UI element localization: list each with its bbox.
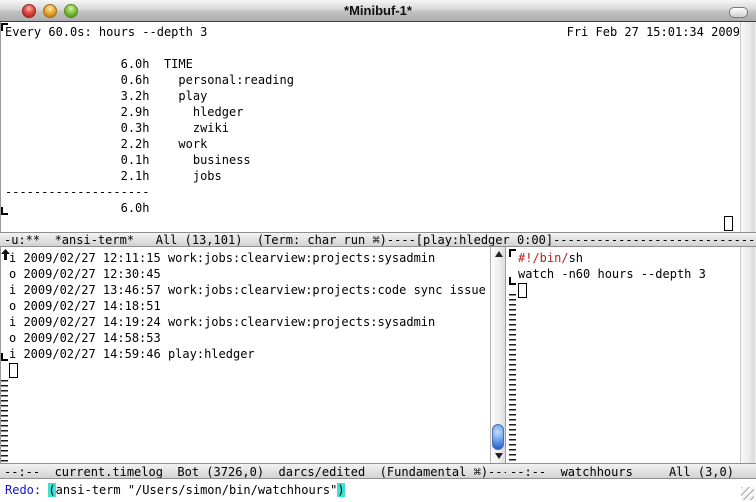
emacs-frame: *Minibuf-1* Every 60.0s: hours --depth 3…: [0, 0, 756, 502]
timelog-scrollbar[interactable]: [490, 247, 506, 463]
timelog-entry: o 2009/02/27 14:58:53: [9, 330, 486, 346]
terminal-scrollbar-track[interactable]: [740, 22, 756, 232]
title-bar[interactable]: *Minibuf-1*: [0, 0, 756, 22]
script-scrollbar-track[interactable]: [740, 247, 756, 463]
scrollbar-up-arrow-icon[interactable]: [495, 251, 503, 257]
buffer-end-corner-icon: [1, 353, 8, 361]
script-text: #!/bin/sh watch -n60 hours --depth 3: [518, 250, 706, 282]
toolbar-toggle-button[interactable]: [729, 7, 748, 18]
script-command-line: watch -n60 hours --depth 3: [518, 266, 706, 282]
close-paren-highlight: ): [337, 483, 344, 497]
timelog-entry: i 2009/02/27 12:11:15 work:jobs:clearvie…: [9, 250, 486, 266]
script-cursor: [518, 283, 527, 298]
report-line: 2.1h jobs: [5, 168, 294, 184]
timelog-entry: i 2009/02/27 13:46:57 work:jobs:clearvie…: [9, 282, 486, 298]
window-title: *Minibuf-1*: [0, 3, 756, 19]
watch-command-text: Every 60.0s: hours --depth 3: [5, 24, 207, 40]
timelog-entry: i 2009/02/27 14:19:24 work:jobs:clearvie…: [9, 314, 486, 330]
report-line: 0.1h business: [5, 152, 294, 168]
scrollbar-thumb[interactable]: [492, 424, 504, 450]
terminal-cursor: [724, 216, 733, 231]
report-line: 6.0h: [5, 200, 294, 216]
script-mode-line[interactable]: --:-- watchhours All (3,0): [506, 463, 756, 479]
buffer-end-corner-icon: [509, 277, 516, 285]
report-line: 2.2h work: [5, 136, 294, 152]
report-line: 2.9h hledger: [5, 104, 294, 120]
resize-grip-icon[interactable]: [741, 487, 754, 500]
timelog-mode-line[interactable]: --:-- current.timelog Bot (3726,0) darcs…: [0, 463, 506, 479]
timelog-entry: o 2009/02/27 12:30:45: [9, 266, 486, 282]
timelog-cursor: [9, 363, 18, 378]
timelog-text: i 2009/02/27 12:11:15 work:jobs:clearvie…: [9, 250, 486, 362]
redo-label: Redo:: [5, 483, 48, 497]
buffer-top-corner-icon: [509, 249, 516, 257]
shebang-line: #!/bin/sh: [518, 250, 706, 266]
ansi-term-mode-line[interactable]: -u:** *ansi-term* All (13,101) (Term: ch…: [0, 232, 756, 247]
echo-area-text: Redo: (ansi-term "/Users/simon/bin/watch…: [5, 482, 345, 498]
empty-lines-indicator-icon: [509, 294, 516, 462]
redo-command: ansi-term "/Users/simon/bin/watchhours": [56, 483, 338, 497]
hours-report: 6.0h TIME 0.6h personal:reading 3.2h pla…: [5, 56, 294, 216]
report-line: --------------------: [5, 184, 294, 200]
scrollbar-down-arrow-icon[interactable]: [495, 453, 503, 459]
empty-lines-indicator-icon: [1, 380, 8, 462]
open-paren-highlight: (: [48, 483, 55, 497]
shebang-path: #!/bin/: [518, 251, 569, 265]
report-line: 0.6h personal:reading: [5, 72, 294, 88]
timelog-entry: i 2009/02/27 14:59:46 play:hledger: [9, 346, 486, 362]
report-line: 3.2h play: [5, 88, 294, 104]
shebang-interpreter: sh: [569, 251, 583, 265]
report-line: 0.3h zwiki: [5, 120, 294, 136]
watch-header: Every 60.0s: hours --depth 3 Fri Feb 27 …: [0, 24, 756, 40]
watch-timestamp: Fri Feb 27 15:01:34 2009: [567, 24, 740, 40]
timelog-entry: o 2009/02/27 14:18:51: [9, 298, 486, 314]
minibuffer[interactable]: Redo: (ansi-term "/Users/simon/bin/watch…: [0, 479, 756, 502]
report-line: 6.0h TIME: [5, 56, 294, 72]
